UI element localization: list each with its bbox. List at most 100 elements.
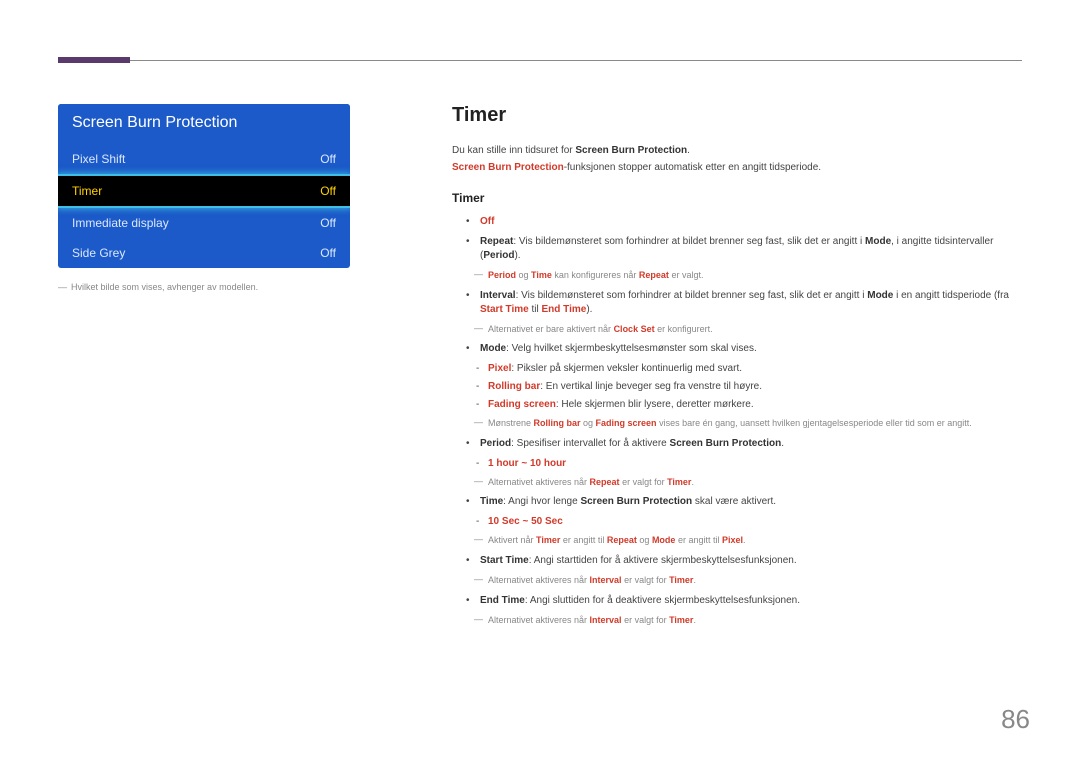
t: . — [693, 615, 696, 625]
t: ). — [514, 250, 520, 261]
t: er valgt for — [622, 615, 670, 625]
t: kan konfigureres når — [552, 270, 639, 280]
note-period: Alternativet aktiveres når Repeat er val… — [470, 476, 1022, 489]
t: Off — [480, 216, 494, 227]
t: Repeat — [607, 535, 637, 545]
t: Interval — [480, 290, 516, 301]
t: Period — [480, 438, 511, 449]
t: Pixel — [488, 363, 511, 374]
item-time: Time: Angi hvor lenge Screen Burn Protec… — [470, 495, 1022, 509]
t: Alternativet aktiveres når — [488, 477, 590, 487]
heading-timer: Timer — [452, 104, 1022, 127]
content-column: Timer Du kan stille inn tidsuret for Scr… — [452, 104, 1022, 633]
t: er konfigurert. — [655, 324, 713, 334]
sub-time-range: 10 Sec ~ 50 Sec — [470, 515, 1022, 529]
intro-line-2: Screen Burn Protection-funksjonen stoppe… — [452, 162, 1022, 173]
note-end-time: Alternativet aktiveres når Interval er v… — [470, 614, 1022, 627]
sub-period-range: 1 hour ~ 10 hour — [470, 457, 1022, 471]
t: : En vertikal linje beveger seg fra vens… — [540, 381, 762, 392]
t: . — [691, 477, 694, 487]
page-rule — [58, 60, 1022, 61]
t: og — [637, 535, 652, 545]
item-interval: Interval: Vis bildemønsteret som forhind… — [470, 289, 1022, 317]
t: End Time — [480, 595, 525, 606]
t: er valgt for — [620, 477, 668, 487]
settings-row-label: Immediate display — [72, 216, 169, 230]
settings-row-value: Off — [320, 246, 336, 260]
settings-panel-container: Screen Burn Protection Pixel Shift Off T… — [58, 104, 350, 292]
t: er valgt for — [622, 575, 670, 585]
t: Interval — [590, 575, 622, 585]
t: Screen Burn Protection — [670, 438, 782, 449]
settings-caption: ― Hvilket bilde som vises, avhenger av mo… — [58, 282, 350, 292]
subheading-timer: Timer — [452, 191, 1022, 205]
sub-rolling-bar: Rolling bar: En vertikal linje beveger s… — [470, 380, 1022, 394]
caption-dash: ― — [58, 282, 67, 292]
t: 1 hour ~ 10 hour — [488, 458, 566, 469]
t: Timer — [536, 535, 560, 545]
t: . — [743, 535, 746, 545]
t: er angitt til — [560, 535, 607, 545]
t: Screen Burn Protection — [452, 162, 564, 173]
t: Mode — [865, 236, 891, 247]
intro-line-1: Du kan stille inn tidsuret for Screen Bu… — [452, 145, 1022, 156]
settings-title: Screen Burn Protection — [58, 104, 350, 144]
t: til — [529, 304, 542, 315]
settings-row-value: Off — [320, 216, 336, 230]
sub-fading-screen: Fading screen: Hele skjermen blir lysere… — [470, 398, 1022, 412]
note-time: Aktivert når Timer er angitt til Repeat … — [470, 534, 1022, 547]
t: Rolling bar — [488, 381, 540, 392]
t: Aktivert når — [488, 535, 536, 545]
t: i en angitt tidsperiode (fra — [893, 290, 1009, 301]
item-mode: Mode: Velg hvilket skjermbeskyttelsesmøn… — [470, 342, 1022, 356]
t: Alternativet aktiveres når — [488, 615, 590, 625]
t: : Angi hvor lenge — [503, 496, 580, 507]
t: : Vis bildemønsteret som forhindrer at b… — [513, 236, 865, 247]
settings-row-side-grey[interactable]: Side Grey Off — [58, 238, 350, 268]
t: er angitt til — [675, 535, 722, 545]
settings-row-label: Timer — [72, 184, 102, 198]
note-interval: Alternativet er bare aktivert når Clock … — [470, 323, 1022, 336]
t: Mode — [480, 343, 506, 354]
t: 10 Sec ~ 50 Sec — [488, 516, 563, 527]
t: Screen Burn Protection — [580, 496, 692, 507]
note-repeat: Period og Time kan konfigureres når Repe… — [470, 269, 1022, 282]
t: Clock Set — [614, 324, 655, 334]
t: vises bare én gang, uansett hvilken gjen… — [657, 418, 972, 428]
t: : Piksler på skjermen veksler kontinuerl… — [511, 363, 742, 374]
t: Time — [480, 496, 503, 507]
t: ). — [586, 304, 592, 315]
t: . — [693, 575, 696, 585]
t: : Velg hvilket skjermbeskyttelsesmønster… — [506, 343, 757, 354]
sub-pixel: Pixel: Piksler på skjermen veksler konti… — [470, 362, 1022, 376]
t: Pixel — [722, 535, 743, 545]
settings-row-immediate-display[interactable]: Immediate display Off — [58, 208, 350, 238]
t: Time — [531, 270, 552, 280]
t: Alternativet er bare aktivert når — [488, 324, 614, 334]
settings-row-timer[interactable]: Timer Off — [58, 174, 350, 208]
t: : Vis bildemønsteret som forhindrer at b… — [516, 290, 868, 301]
settings-row-label: Side Grey — [72, 246, 125, 260]
t: : Spesifiser intervallet for å aktivere — [511, 438, 669, 449]
item-start-time: Start Time: Angi starttiden for å aktive… — [470, 554, 1022, 568]
t: Mønstrene — [488, 418, 534, 428]
t: er valgt. — [669, 270, 704, 280]
t: : Hele skjermen blir lysere, deretter mø… — [556, 399, 754, 410]
settings-row-label: Pixel Shift — [72, 152, 125, 166]
t: : Angi starttiden for å aktivere skjermb… — [529, 555, 797, 566]
t: Screen Burn Protection — [575, 145, 687, 156]
t: Mode — [867, 290, 893, 301]
note-mode: Mønstrene Rolling bar og Fading screen v… — [470, 417, 1022, 430]
page-number: 86 — [1001, 704, 1030, 735]
t: -funksjonen stopper automatisk etter en … — [564, 162, 821, 173]
t: Repeat — [639, 270, 669, 280]
t: Du kan stille inn tidsuret for — [452, 145, 575, 156]
settings-panel: Screen Burn Protection Pixel Shift Off T… — [58, 104, 350, 268]
t: skal være aktivert. — [692, 496, 776, 507]
t: . — [781, 438, 784, 449]
t: Repeat — [590, 477, 620, 487]
t: Alternativet aktiveres når — [488, 575, 590, 585]
settings-row-pixel-shift[interactable]: Pixel Shift Off — [58, 144, 350, 174]
caption-text: Hvilket bilde som vises, avhenger av mod… — [71, 282, 258, 292]
item-end-time: End Time: Angi sluttiden for å deaktiver… — [470, 594, 1022, 608]
